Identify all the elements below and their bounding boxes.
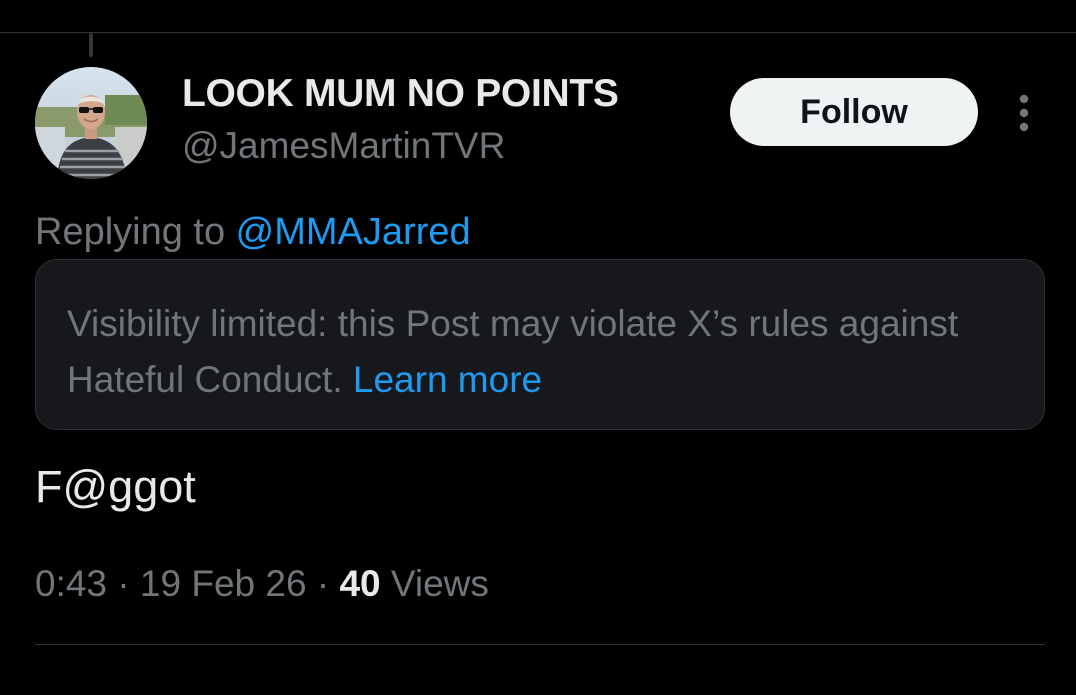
reply-mention-link[interactable]: @MMAJarred <box>236 211 471 253</box>
post-meta: 0:43 · 19 Feb 26 · 40 Views <box>35 563 489 605</box>
visibility-notice: Visibility limited: this Post may violat… <box>35 259 1045 430</box>
views-count: 40 <box>339 563 381 604</box>
views-label: Views <box>380 563 489 604</box>
thread-connector-line <box>89 33 93 57</box>
meta-separator: · <box>306 563 340 604</box>
avatar[interactable] <box>35 67 147 179</box>
follow-button[interactable]: Follow <box>730 78 978 146</box>
reply-context: Replying to @MMAJarred <box>35 211 471 254</box>
post-text: F@ggot <box>35 461 196 512</box>
post-time[interactable]: 0:43 <box>35 563 107 604</box>
learn-more-link[interactable]: Learn more <box>353 359 542 400</box>
more-options-button[interactable] <box>1008 94 1040 132</box>
meta-separator: · <box>107 563 140 604</box>
top-divider <box>0 32 1076 33</box>
post-date[interactable]: 19 Feb 26 <box>140 563 307 604</box>
bottom-divider <box>35 644 1045 645</box>
author-display-name[interactable]: LOOK MUM NO POINTS <box>182 72 619 116</box>
author-handle[interactable]: @JamesMartinTVR <box>182 125 505 167</box>
reply-prefix: Replying to <box>35 211 236 253</box>
more-vertical-icon <box>1019 94 1029 132</box>
avatar-photo <box>35 67 147 179</box>
